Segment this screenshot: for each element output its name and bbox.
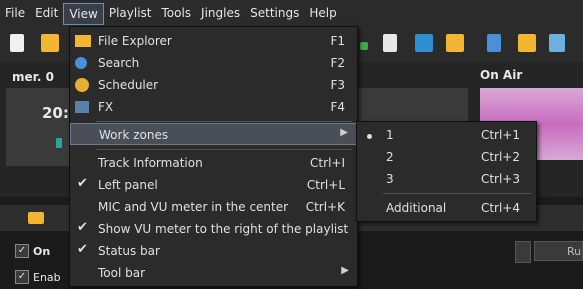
- view-item-scheduler[interactable]: Scheduler F3: [70, 74, 357, 96]
- checkmark-icon: ✔: [77, 176, 88, 191]
- menu-bar: File Edit View Playlist Tools Jingles Se…: [0, 0, 583, 26]
- menu-separator: [96, 149, 352, 150]
- search-icon: [75, 57, 87, 69]
- menu-settings[interactable]: Settings: [245, 0, 304, 26]
- clock-icon: [75, 78, 89, 92]
- view-item-show-vu-right[interactable]: ✔ Show VU meter to the right of the play…: [70, 218, 357, 240]
- open-folder-icon[interactable]: [41, 34, 59, 52]
- view-item-label: File Explorer: [98, 34, 172, 48]
- submenu-arrow-icon: ▶: [341, 265, 349, 276]
- view-menu: File Explorer F1 Search F2 Scheduler F3 …: [69, 26, 358, 287]
- add-folder-icon[interactable]: [446, 34, 464, 52]
- view-item-label: Scheduler: [98, 78, 159, 92]
- view-item-label: Track Information: [98, 156, 203, 170]
- view-item-label: Tool bar: [98, 266, 146, 280]
- view-item-shortcut: F2: [330, 56, 345, 70]
- menu-separator: [383, 193, 531, 194]
- view-item-shortcut: Ctrl+I: [310, 156, 345, 170]
- checkmark-icon: ✔: [77, 220, 88, 235]
- day-label: mer. 0: [12, 70, 54, 84]
- on-air-label: On Air: [480, 68, 523, 82]
- work-zones-submenu: 1 Ctrl+1 2 Ctrl+2 3 Ctrl+3 Additional Ct…: [356, 121, 537, 222]
- view-item-shortcut: Ctrl+K: [305, 200, 345, 214]
- view-item-shortcut: Ctrl+L: [306, 178, 345, 192]
- folder-icon: [75, 35, 91, 47]
- on-label: On: [33, 245, 51, 258]
- clock-panel: [6, 88, 69, 166]
- view-item-work-zones[interactable]: Work zones ▶: [70, 123, 357, 145]
- work-zone-additional[interactable]: Additional Ctrl+4: [357, 197, 536, 219]
- work-zone-label: 1: [386, 128, 394, 142]
- work-zone-shortcut: Ctrl+1: [480, 128, 520, 142]
- add-list-icon[interactable]: [383, 34, 397, 52]
- work-zone-label: 2: [386, 150, 394, 164]
- view-item-shortcut: F1: [330, 34, 345, 48]
- menu-edit[interactable]: Edit: [30, 0, 63, 26]
- view-item-label: Work zones: [99, 128, 169, 142]
- menu-tools[interactable]: Tools: [156, 0, 196, 26]
- bottom-folder-icon[interactable]: [28, 212, 44, 224]
- work-zone-label: 3: [386, 172, 394, 186]
- menu-playlist[interactable]: Playlist: [104, 0, 157, 26]
- new-file-icon[interactable]: [10, 34, 24, 52]
- view-item-left-panel[interactable]: ✔ Left panel Ctrl+L: [70, 174, 357, 196]
- work-zone-1[interactable]: 1 Ctrl+1: [357, 124, 536, 146]
- on-checkbox[interactable]: ✓: [15, 244, 29, 258]
- view-item-track-information[interactable]: Track Information Ctrl+I: [70, 152, 357, 174]
- view-item-tool-bar[interactable]: Tool bar ▶: [70, 262, 357, 284]
- menu-help[interactable]: Help: [304, 0, 341, 26]
- add-track-icon[interactable]: [360, 42, 368, 50]
- work-zone-3[interactable]: 3 Ctrl+3: [357, 168, 536, 190]
- teal-indicator: [56, 138, 62, 148]
- submenu-arrow-icon: ▶: [340, 127, 348, 138]
- view-item-search[interactable]: Search F2: [70, 52, 357, 74]
- add-web-icon[interactable]: [415, 34, 433, 52]
- view-item-label: Status bar: [98, 244, 160, 258]
- checkmark-icon: ✔: [77, 242, 88, 257]
- fx-icon: [75, 101, 89, 113]
- view-item-shortcut: F4: [330, 100, 345, 114]
- time-label: 20:: [42, 104, 69, 122]
- menu-jingles[interactable]: Jingles: [196, 0, 245, 26]
- enab-label: Enab: [33, 271, 61, 284]
- view-item-shortcut: F3: [330, 78, 345, 92]
- radio-dot-icon: [367, 134, 372, 139]
- edit-icon[interactable]: [487, 34, 501, 52]
- menu-separator: [96, 121, 352, 122]
- run-button[interactable]: Ru: [534, 241, 583, 261]
- menu-file[interactable]: File: [0, 0, 30, 26]
- work-zone-shortcut: Ctrl+3: [480, 172, 520, 186]
- enab-checkbox[interactable]: ✓: [15, 270, 29, 284]
- view-item-fx[interactable]: FX F4: [70, 96, 357, 118]
- tools-icon[interactable]: [549, 34, 565, 52]
- work-zone-2[interactable]: 2 Ctrl+2: [357, 146, 536, 168]
- view-item-label: MIC and VU meter in the center: [98, 200, 289, 214]
- jingle-folder-icon[interactable]: [518, 34, 536, 52]
- work-zone-label: Additional: [386, 201, 447, 215]
- view-item-status-bar[interactable]: ✔ Status bar: [70, 240, 357, 262]
- view-item-label: FX: [98, 100, 114, 114]
- bottom-dropdown[interactable]: [515, 241, 531, 263]
- work-zone-shortcut: Ctrl+4: [480, 201, 520, 215]
- view-item-mic-vu-center[interactable]: MIC and VU meter in the center Ctrl+K: [70, 196, 357, 218]
- view-item-label: Left panel: [98, 178, 158, 192]
- work-zone-shortcut: Ctrl+2: [480, 150, 520, 164]
- view-item-label: Search: [98, 56, 140, 70]
- view-item-label: Show VU meter to the right of the playli…: [98, 222, 349, 236]
- menu-view[interactable]: View: [63, 3, 104, 25]
- view-item-file-explorer[interactable]: File Explorer F1: [70, 30, 357, 52]
